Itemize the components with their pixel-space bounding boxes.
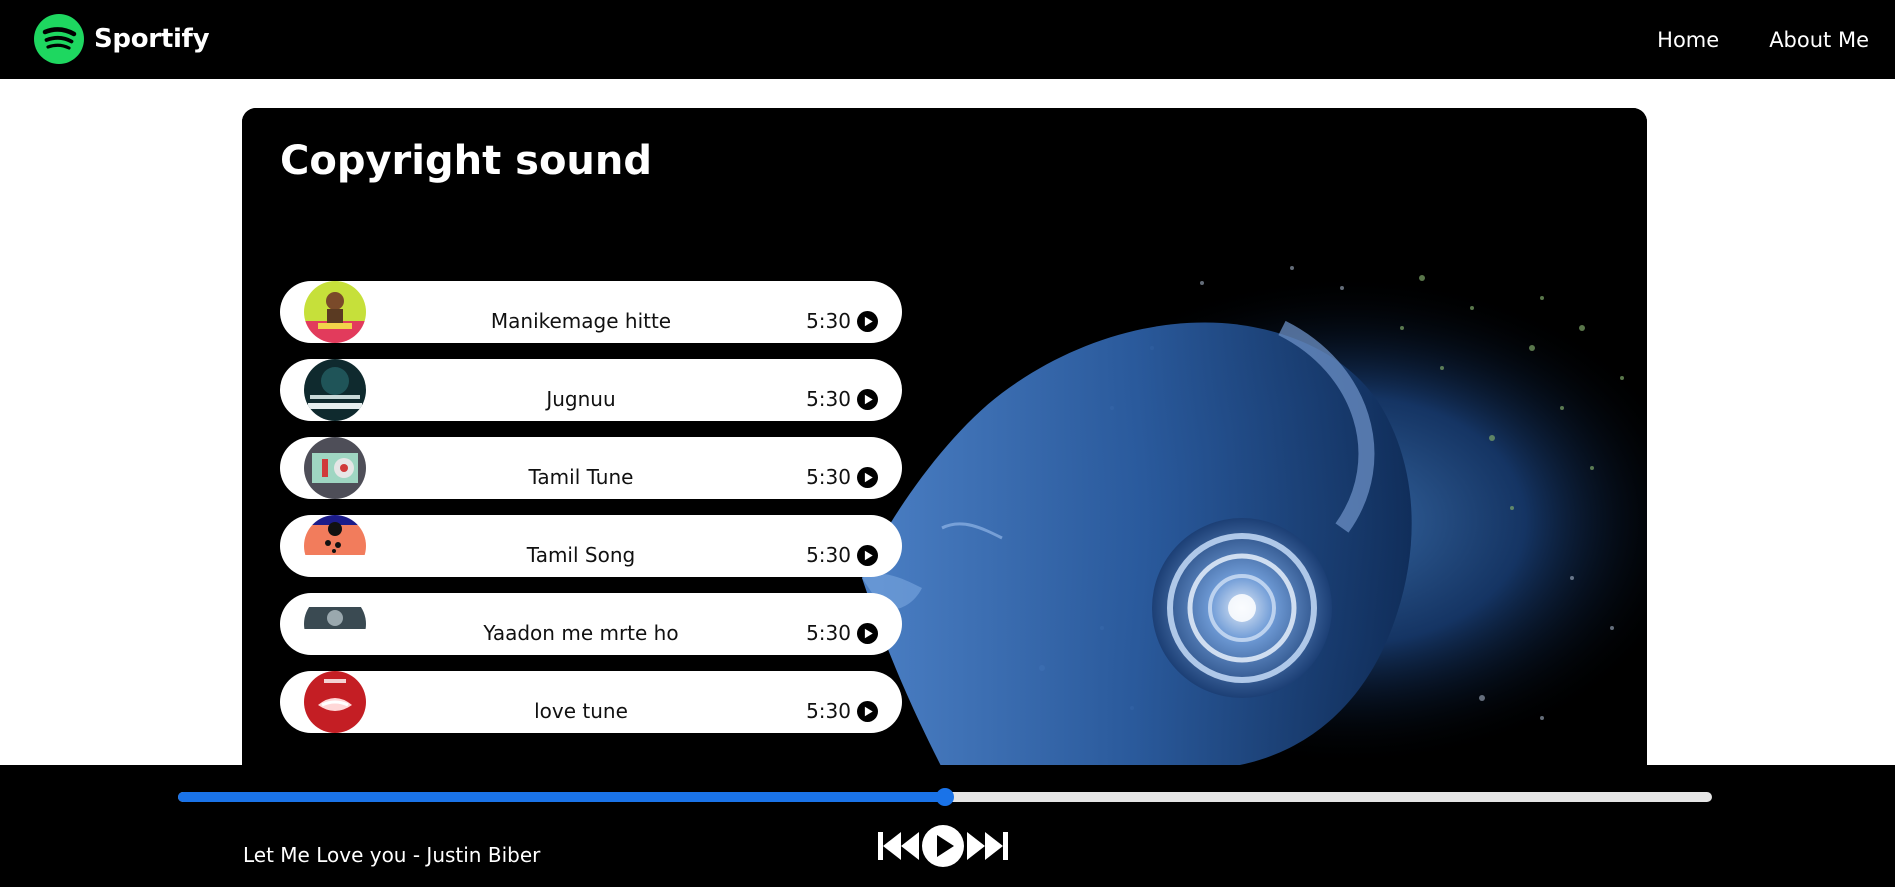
nav-link-about-me[interactable]: About Me bbox=[1769, 28, 1869, 52]
album-cover bbox=[304, 281, 366, 343]
song-item-tamil-song[interactable]: Tamil Song 5:30 bbox=[280, 515, 902, 577]
play-circle-icon[interactable] bbox=[857, 388, 878, 410]
album-cover bbox=[304, 359, 366, 421]
album-cover bbox=[304, 437, 366, 499]
song-duration: 5:30 bbox=[806, 309, 878, 333]
play-circle-icon[interactable] bbox=[857, 544, 878, 566]
song-duration: 5:30 bbox=[806, 621, 878, 645]
duration-text: 5:30 bbox=[806, 621, 851, 645]
song-name: Yaadon me mrte ho bbox=[483, 621, 679, 645]
song-item-manikemage-hitte[interactable]: Manikemage hitte 5:30 bbox=[280, 281, 902, 343]
nav-link-home[interactable]: Home bbox=[1657, 28, 1719, 52]
album-cover bbox=[304, 593, 366, 655]
song-item-tamil-tune[interactable]: Tamil Tune 5:30 bbox=[280, 437, 902, 499]
previous-track-icon[interactable] bbox=[877, 830, 921, 862]
album-cover bbox=[304, 671, 366, 733]
duration-text: 5:30 bbox=[806, 387, 851, 411]
nav-links: Home About Me bbox=[1607, 0, 1869, 79]
play-circle-icon[interactable] bbox=[857, 466, 878, 488]
playback-controls bbox=[877, 825, 1009, 867]
song-duration: 5:30 bbox=[806, 543, 878, 567]
song-name: Manikemage hitte bbox=[490, 309, 672, 333]
song-item-love-tune[interactable]: love tune 5:30 bbox=[280, 671, 902, 733]
song-duration: 5:30 bbox=[806, 699, 878, 723]
page-title: Copyright sound bbox=[280, 138, 653, 184]
song-container: Copyright sound Manikemage hitte 5:30 Ju… bbox=[242, 108, 1647, 768]
duration-text: 5:30 bbox=[806, 699, 851, 723]
play-icon[interactable] bbox=[922, 825, 964, 867]
song-name: Tamil Song bbox=[526, 543, 636, 567]
now-playing-text: Let Me Love you - Justin Biber bbox=[243, 843, 541, 867]
song-item-yaadon-me-mrte-ho[interactable]: Yaadon me mrte ho 5:30 bbox=[280, 593, 902, 655]
play-circle-icon[interactable] bbox=[857, 622, 878, 644]
song-list: Manikemage hitte 5:30 Jugnuu 5:30 Tamil … bbox=[280, 281, 904, 749]
duration-text: 5:30 bbox=[806, 543, 851, 567]
progress-thumb[interactable] bbox=[936, 788, 954, 806]
progress-fill bbox=[178, 792, 945, 802]
play-circle-icon[interactable] bbox=[857, 700, 878, 722]
song-item-jugnuu[interactable]: Jugnuu 5:30 bbox=[280, 359, 902, 421]
song-name: love tune bbox=[534, 699, 628, 723]
navbar: Sportify Home About Me bbox=[0, 0, 1895, 79]
brand[interactable]: Sportify bbox=[34, 14, 210, 64]
duration-text: 5:30 bbox=[806, 465, 851, 489]
brand-name: Sportify bbox=[94, 24, 210, 54]
song-duration: 5:30 bbox=[806, 465, 878, 489]
bottom-player: Let Me Love you - Justin Biber bbox=[0, 765, 1895, 887]
progress-bar[interactable] bbox=[178, 788, 1712, 806]
song-name: Tamil Tune bbox=[528, 465, 634, 489]
song-duration: 5:30 bbox=[806, 387, 878, 411]
album-cover bbox=[304, 515, 366, 577]
duration-text: 5:30 bbox=[806, 309, 851, 333]
spotify-logo-icon bbox=[34, 14, 84, 64]
song-name: Jugnuu bbox=[546, 387, 616, 411]
next-track-icon[interactable] bbox=[965, 830, 1009, 862]
play-circle-icon[interactable] bbox=[857, 310, 878, 332]
